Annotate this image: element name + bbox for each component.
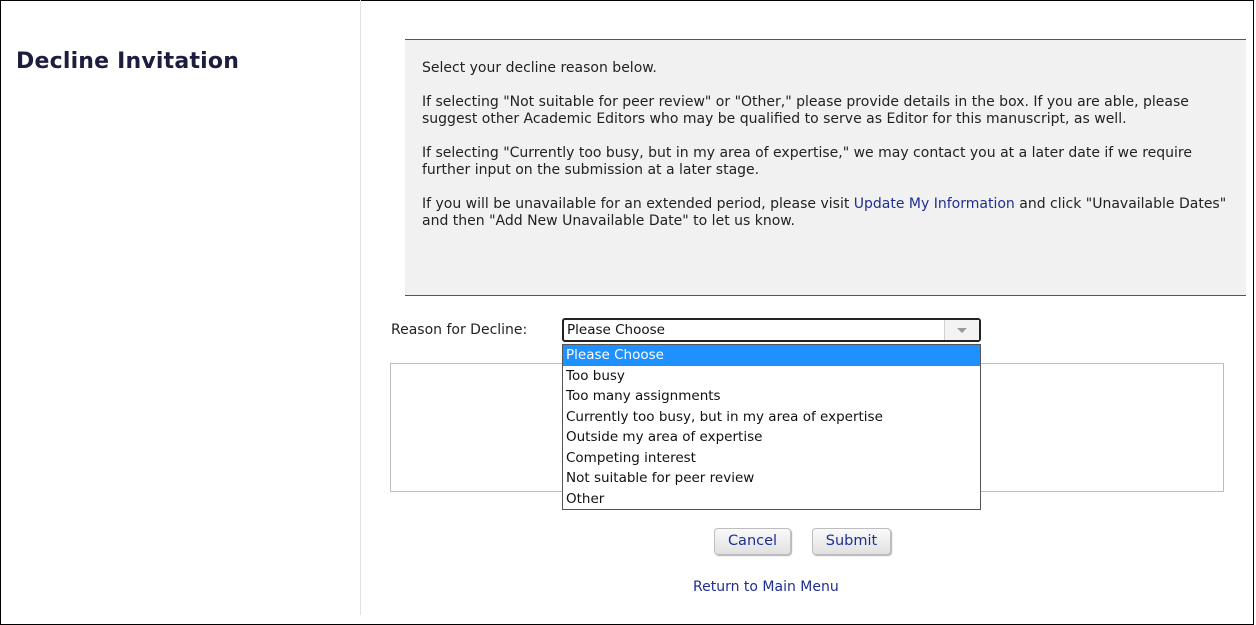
dropdown-option[interactable]: Competing interest: [563, 448, 980, 469]
select-arrow-button[interactable]: [944, 320, 979, 340]
page-title: Decline Invitation: [16, 49, 240, 74]
instruction-text: If you will be unavailable for an extend…: [422, 196, 1228, 230]
instruction-text: If selecting "Currently too busy, but in…: [422, 145, 1192, 178]
left-column: Decline Invitation: [0, 0, 361, 615]
dropdown-option[interactable]: Too many assignments: [563, 386, 980, 407]
chevron-down-icon: [957, 328, 967, 333]
reason-label: Reason for Decline:: [391, 322, 528, 338]
dropdown-option[interactable]: Other: [563, 489, 980, 510]
dropdown-option[interactable]: Not suitable for peer review: [563, 468, 980, 489]
reason-select[interactable]: Please Choose: [562, 318, 981, 342]
submit-button[interactable]: Submit: [812, 528, 891, 555]
instruction-text: Select your decline reason below.: [422, 60, 657, 76]
return-to-main-menu-link[interactable]: Return to Main Menu: [693, 579, 839, 595]
dropdown-option[interactable]: Currently too busy, but in my area of ex…: [563, 407, 980, 428]
cancel-button[interactable]: Cancel: [714, 528, 791, 555]
dropdown-option[interactable]: Too busy: [563, 366, 980, 387]
instruction-text: If selecting "Not suitable for peer revi…: [422, 94, 1189, 127]
dropdown-option[interactable]: Outside my area of expertise: [563, 427, 980, 448]
dropdown-option[interactable]: Please Choose: [563, 345, 980, 366]
instructions-panel: Select your decline reason below. If sel…: [405, 39, 1246, 296]
update-my-information-link[interactable]: Update My Information: [854, 196, 1015, 212]
instruction-text-part: If you will be unavailable for an extend…: [422, 196, 854, 212]
reason-select-value: Please Choose: [567, 322, 665, 338]
reason-dropdown-list: Please Choose Too busy Too many assignme…: [562, 344, 981, 510]
